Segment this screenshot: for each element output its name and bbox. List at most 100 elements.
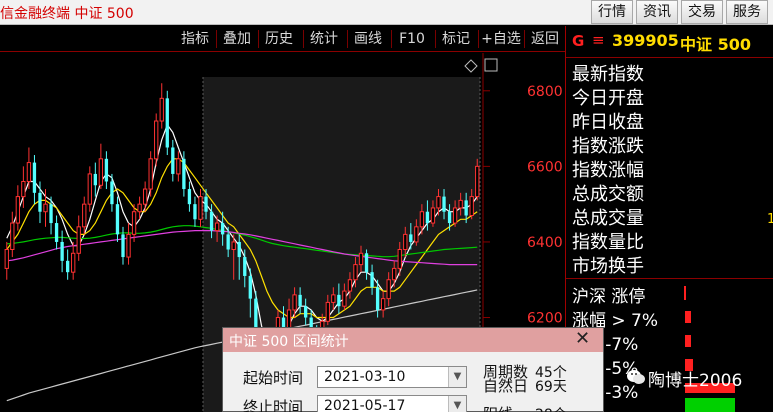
candle-body — [370, 272, 374, 288]
candle[interactable] — [98, 143, 104, 190]
candle[interactable] — [115, 196, 120, 242]
toolbar-history[interactable]: 历史 — [260, 28, 298, 50]
candle[interactable] — [187, 181, 192, 212]
candle-body — [409, 234, 413, 242]
dialog-title-bar[interactable]: 中证 500 区间统计 ✕ — [223, 328, 603, 352]
candle[interactable] — [15, 185, 20, 231]
candle-body — [425, 211, 430, 224]
start-time-label: 起始时间 — [243, 369, 304, 387]
index-code: 399905 — [612, 31, 679, 50]
candle[interactable] — [93, 162, 97, 197]
toolbar-separator — [435, 30, 436, 48]
candle[interactable] — [165, 90, 169, 156]
candle-body — [82, 203, 87, 228]
candle-body — [464, 200, 468, 216]
candle-body — [93, 173, 97, 186]
candle[interactable] — [131, 204, 137, 242]
candle-body — [298, 294, 302, 307]
candle[interactable] — [171, 139, 175, 182]
candle[interactable] — [159, 83, 164, 129]
candle-body — [386, 279, 391, 300]
group-marker[interactable]: G — [572, 32, 584, 50]
y-tick-label: 6400 — [527, 235, 563, 251]
candle[interactable] — [82, 196, 87, 235]
toolbar-back[interactable]: 返回 — [526, 28, 564, 50]
candle-body — [171, 147, 175, 174]
start-date-field[interactable]: 2021-03-10 ▼ — [317, 366, 467, 388]
trade-button[interactable]: 交易 — [681, 0, 723, 24]
up-candles-label: 阳线 — [483, 403, 513, 412]
candle-body — [115, 204, 120, 235]
menu-icon[interactable]: ≡ — [592, 31, 605, 49]
candle-body — [214, 222, 220, 232]
candle[interactable] — [21, 166, 26, 208]
candle[interactable] — [26, 147, 32, 190]
candle-body — [32, 162, 37, 193]
candle[interactable] — [76, 215, 81, 261]
toolbar-f10[interactable]: F10 — [393, 28, 431, 50]
close-icon[interactable]: ✕ — [575, 329, 590, 349]
candle-body — [159, 97, 164, 122]
rise-over-7-bar — [685, 311, 691, 323]
natural-days-value: 69天 — [535, 379, 567, 395]
label-turnover: 市场换手 — [572, 256, 644, 277]
label-volume-ratio: 指数量比 — [572, 232, 644, 253]
candle-body — [375, 287, 380, 310]
rise-5-7-bar — [685, 335, 691, 347]
candle-body — [397, 249, 402, 269]
service-button[interactable]: 服务 — [726, 0, 768, 24]
toolbar-separator — [303, 30, 304, 48]
chevron-down-icon[interactable]: ▼ — [448, 396, 466, 412]
window-toggle-icon[interactable] — [484, 58, 498, 72]
candle[interactable] — [10, 211, 15, 258]
candle[interactable] — [32, 155, 37, 205]
divider — [566, 278, 773, 279]
label-today-open: 今日开盘 — [572, 88, 644, 109]
y-tick-label: 6200 — [527, 311, 563, 327]
app-title: 信金融终端 中证 500 — [0, 6, 134, 22]
candle[interactable] — [176, 151, 181, 182]
label-latest-index: 最新指数 — [572, 64, 644, 85]
candle-body — [43, 203, 48, 213]
candle-body — [87, 173, 92, 205]
candle-body — [248, 275, 252, 299]
candle[interactable] — [65, 249, 70, 280]
candle-body — [392, 267, 397, 281]
candle[interactable] — [154, 113, 159, 167]
label-total-amount: 总成交额 — [572, 184, 644, 205]
toolbar-indicator[interactable]: 指标 — [176, 28, 214, 50]
candle[interactable] — [193, 196, 197, 227]
candle[interactable] — [87, 166, 92, 212]
label-prev-close: 昨日收盘 — [572, 112, 644, 133]
candle[interactable] — [148, 151, 153, 197]
chevron-down-icon[interactable]: ▼ — [448, 367, 466, 387]
candle[interactable] — [54, 215, 59, 250]
candle-body — [237, 241, 241, 258]
toolbar-statistics[interactable]: 统计 — [305, 28, 343, 50]
y-tick-label: 6800 — [527, 84, 563, 100]
candle-body — [148, 158, 153, 190]
toolbar-add-favorite[interactable]: +自选 — [480, 28, 522, 50]
chart-toolbar: 指标 叠加 历史 统计 画线 F10 标记 +自选 返回 — [0, 26, 565, 52]
dialog-title: 中证 500 区间统计 — [229, 334, 349, 350]
toolbar-mark[interactable]: 标记 — [437, 28, 475, 50]
candle[interactable] — [126, 223, 131, 265]
label-index-change: 指数涨跌 — [572, 136, 644, 157]
news-button[interactable]: 资讯 — [636, 0, 678, 24]
candle-body — [193, 204, 197, 220]
candle-body — [452, 207, 458, 224]
toolbar-overlay[interactable]: 叠加 — [218, 28, 256, 50]
diamond-icon[interactable] — [464, 59, 478, 73]
toolbar-separator — [258, 30, 259, 48]
toolbar-draw-line[interactable]: 画线 — [349, 28, 387, 50]
candle-body — [49, 204, 53, 224]
end-date-value: 2021-05-17 — [324, 398, 406, 412]
end-date-field[interactable]: 2021-05-17 ▼ — [317, 395, 467, 412]
quote-button[interactable]: 行情 — [591, 0, 633, 24]
candle[interactable] — [198, 189, 203, 227]
candle[interactable] — [142, 181, 148, 212]
candle-body — [10, 222, 15, 251]
candle[interactable] — [71, 241, 76, 280]
candle[interactable] — [104, 151, 109, 190]
candle-body — [436, 196, 441, 209]
